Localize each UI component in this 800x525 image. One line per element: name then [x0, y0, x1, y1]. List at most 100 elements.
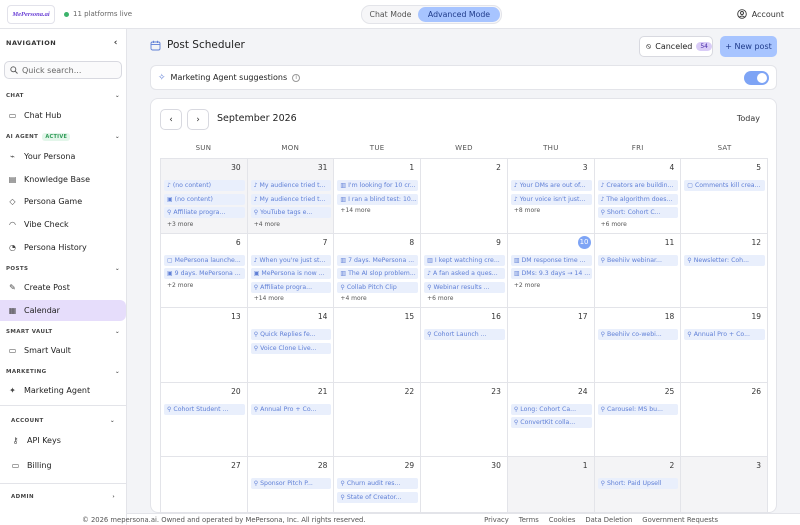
scheduled-post-chip[interactable]: ⚲ Churn audit res...: [337, 478, 419, 489]
scheduled-post-chip[interactable]: ♪ My audience tried t...: [250, 180, 332, 191]
scheduled-post-chip[interactable]: ⚲ Affiliate progra...: [164, 207, 245, 218]
day-cell[interactable]: 30: [421, 457, 508, 512]
day-cell[interactable]: 20 ⚲ Cohort Student ...: [161, 382, 248, 457]
day-cell[interactable]: 7 ♪ When you're just st... ▣ MePersona is no…: [247, 233, 335, 308]
scheduled-post-chip[interactable]: ▥ I'm looking for 10 cr...: [337, 180, 419, 191]
day-cell[interactable]: 23: [421, 382, 508, 457]
collapse-sidebar-icon[interactable]: ‹: [114, 38, 118, 48]
scheduled-post-chip[interactable]: ♪ When you're just st...: [250, 254, 332, 266]
scheduled-post-chip[interactable]: ⚲ Quick Replies fe...: [250, 329, 332, 340]
day-cell[interactable]: 24 ⚲ Long: Cohort Ca... ⚲ ConvertKit colla..…: [507, 382, 595, 457]
scheduled-post-chip[interactable]: ⚲ Affiliate progra...: [250, 281, 332, 293]
day-cell[interactable]: 2: [421, 159, 508, 234]
scheduled-post-chip[interactable]: ♪ Your DMs are out of...: [510, 180, 592, 191]
scheduled-post-chip[interactable]: ⚲ Cohort Launch ...: [424, 329, 505, 340]
scheduled-post-chip[interactable]: ⚲ Annual Pro + Co...: [250, 403, 332, 415]
footer-link[interactable]: Data Deletion: [585, 516, 632, 524]
more-posts-link[interactable]: +6 more: [424, 295, 505, 302]
scheduled-post-chip[interactable]: ♪ The algorithm does...: [597, 193, 679, 205]
prev-month-button[interactable]: ‹: [160, 109, 182, 130]
day-cell[interactable]: 10 ▥ DM response time ... ▥ DMs: 9.3 days → …: [507, 233, 595, 308]
sidebar-item-create-post[interactable]: ✎ Create Post: [0, 277, 126, 298]
day-cell[interactable]: 12 ⚲ Newsletter: Coh...: [681, 233, 768, 308]
scheduled-post-chip[interactable]: ▣ 9 days. MePersona ...: [164, 268, 245, 279]
scheduled-post-chip[interactable]: ▥ DM response time ...: [510, 254, 592, 266]
scheduled-post-chip[interactable]: ⚲ Short: Paid Upsell: [597, 478, 679, 489]
sidebar-item-calendar[interactable]: ▦ Calendar: [0, 300, 126, 321]
day-cell[interactable]: 16 ⚲ Cohort Launch ...: [421, 308, 508, 383]
day-cell[interactable]: 5 ▢ Comments kill crea...: [681, 159, 768, 234]
section-chat[interactable]: CHAT ⌄: [6, 93, 120, 99]
info-icon[interactable]: i: [292, 73, 301, 82]
day-cell[interactable]: 4 ♪ Creators are buildin... ♪ The algorithm …: [594, 159, 682, 234]
scheduled-post-chip[interactable]: ♪ My audience tried t...: [250, 193, 332, 205]
scheduled-post-chip[interactable]: ⚲ YouTube tags e...: [250, 207, 332, 218]
scheduled-post-chip[interactable]: ⚲ Webinar results ...: [424, 281, 505, 293]
sidebar-item-api-keys[interactable]: ⚷ API Keys: [0, 430, 126, 451]
new-post-button[interactable]: + New post: [720, 36, 777, 57]
scheduled-post-chip[interactable]: ⚲ Newsletter: Coh...: [684, 254, 765, 266]
day-cell[interactable]: 2 ⚲ Short: Paid Upsell: [594, 457, 682, 512]
more-posts-link[interactable]: +8 more: [511, 207, 592, 214]
section-account[interactable]: ACCOUNT ⌄: [11, 418, 115, 424]
sidebar-item-knowledge-base[interactable]: ▤ Knowledge Base: [0, 169, 126, 190]
day-cell[interactable]: 3 ♪ Your DMs are out of... ♪ Your voice isn'…: [507, 159, 595, 234]
scheduled-post-chip[interactable]: ▢ Comments kill crea...: [684, 180, 765, 191]
scheduled-post-chip[interactable]: ⚲ Carousel: MS bu...: [597, 403, 679, 415]
more-posts-link[interactable]: +4 more: [251, 221, 332, 228]
day-cell[interactable]: 14 ⚲ Quick Replies fe... ⚲ Voice Clone Live.…: [247, 308, 335, 383]
scheduled-post-chip[interactable]: ▣ MePersona is now ...: [250, 268, 332, 279]
advanced-mode-button[interactable]: Advanced Mode: [418, 7, 500, 22]
day-cell[interactable]: 1: [507, 457, 595, 512]
scheduled-post-chip[interactable]: ⚲ ConvertKit colla...: [510, 417, 592, 428]
footer-link[interactable]: Terms: [519, 516, 539, 524]
day-cell[interactable]: 27: [161, 457, 248, 512]
day-cell[interactable]: 28 ⚲ Sponsor Pitch P...: [248, 457, 335, 512]
day-cell[interactable]: 1 ▥ I'm looking for 10 cr... ▥ I ran a blind…: [334, 159, 422, 234]
day-cell[interactable]: 15: [334, 308, 422, 383]
scheduled-post-chip[interactable]: ▥ I ran a blind test: 10...: [337, 193, 419, 205]
next-month-button[interactable]: ›: [187, 109, 209, 130]
canceled-button[interactable]: Canceled 54: [639, 36, 713, 57]
more-posts-link[interactable]: +4 more: [337, 295, 418, 302]
sidebar-item-persona-history[interactable]: ◔ Persona History: [0, 237, 126, 258]
day-cell[interactable]: 31 ♪ My audience tried t... ♪ My audience tr…: [247, 159, 335, 234]
day-cell[interactable]: 30 ♪ (no content) ▣ (no content) ⚲ Affiliate p…: [161, 159, 248, 234]
day-cell[interactable]: 18 ⚲ Beehiiv co-webi...: [594, 308, 682, 383]
search-input[interactable]: Quick search...: [4, 61, 122, 79]
day-cell[interactable]: 25 ⚲ Carousel: MS bu...: [594, 382, 682, 457]
more-posts-link[interactable]: +3 more: [164, 221, 245, 228]
scheduled-post-chip[interactable]: ▢ MePersona launche...: [164, 254, 245, 266]
sidebar-item-vibe-check[interactable]: ◠ Vibe Check: [0, 214, 126, 235]
scheduled-post-chip[interactable]: ♪ (no content): [164, 180, 245, 191]
more-posts-link[interactable]: +2 more: [164, 282, 245, 289]
section-ai-agent[interactable]: AI AGENT ACTIVE ⌄: [6, 133, 120, 141]
footer-link[interactable]: Government Requests: [642, 516, 718, 524]
more-posts-link[interactable]: +14 more: [251, 295, 332, 302]
more-posts-link[interactable]: +14 more: [337, 207, 418, 214]
scheduled-post-chip[interactable]: ▥ I kept watching cre...: [424, 254, 505, 266]
day-cell[interactable]: 3: [681, 457, 768, 512]
day-cell[interactable]: 11 ⚲ Beehiiv webinar...: [594, 233, 682, 308]
sidebar-item-marketing-agent[interactable]: ✦ Marketing Agent: [0, 380, 126, 401]
scheduled-post-chip[interactable]: ⚲ Cohort Student ...: [164, 403, 245, 415]
day-cell[interactable]: 8 ▥ 7 days. MePersona ... ▥ The AI slop prob…: [334, 233, 422, 308]
scheduled-post-chip[interactable]: ▥ The AI slop problem...: [337, 268, 419, 279]
more-posts-link[interactable]: +6 more: [598, 221, 679, 228]
day-cell[interactable]: 19 ⚲ Annual Pro + Co...: [681, 308, 768, 383]
logo[interactable]: MePersona.ai: [7, 5, 55, 24]
day-cell[interactable]: 21 ⚲ Annual Pro + Co...: [247, 382, 335, 457]
scheduled-post-chip[interactable]: ▥ DMs: 9.3 days → 14 ...: [510, 268, 592, 279]
sidebar-item-chat-hub[interactable]: ▭ Chat Hub: [0, 105, 126, 126]
more-posts-link[interactable]: +2 more: [511, 282, 592, 289]
section-admin[interactable]: ADMIN ›: [11, 494, 115, 500]
sidebar-item-your-persona[interactable]: ⌁ Your Persona: [0, 146, 126, 167]
scheduled-post-chip[interactable]: ▣ (no content): [164, 193, 245, 205]
day-cell[interactable]: 22: [334, 382, 422, 457]
sidebar-item-smart-vault[interactable]: ▭ Smart Vault: [0, 340, 126, 361]
scheduled-post-chip[interactable]: ▥ 7 days. MePersona ...: [337, 254, 419, 266]
account-button[interactable]: Account: [736, 9, 784, 19]
day-cell[interactable]: 13: [161, 308, 248, 383]
day-cell[interactable]: 29 ⚲ Churn audit res... ⚲ State of Creator..…: [334, 457, 422, 512]
scheduled-post-chip[interactable]: ⚲ Short: Cohort C...: [597, 207, 679, 218]
